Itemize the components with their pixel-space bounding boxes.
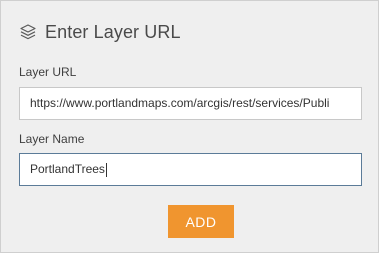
layer-url-input[interactable]: https://www.portlandmaps.com/arcgis/rest… <box>19 87 362 120</box>
add-button[interactable]: ADD <box>168 205 234 238</box>
panel-title: Enter Layer URL <box>45 21 181 42</box>
layer-name-value: PortlandTrees <box>30 162 105 176</box>
panel-header: Enter Layer URL <box>19 20 181 44</box>
layer-url-value: https://www.portlandmaps.com/arcgis/rest… <box>30 96 330 110</box>
add-layer-panel: Enter Layer URL Layer URL https://www.po… <box>0 0 379 253</box>
layers-icon <box>19 23 37 41</box>
text-cursor <box>105 162 107 177</box>
layer-name-label: Layer Name <box>19 132 85 146</box>
layer-url-label: Layer URL <box>19 65 77 79</box>
layer-name-input[interactable]: PortlandTrees <box>19 153 362 186</box>
